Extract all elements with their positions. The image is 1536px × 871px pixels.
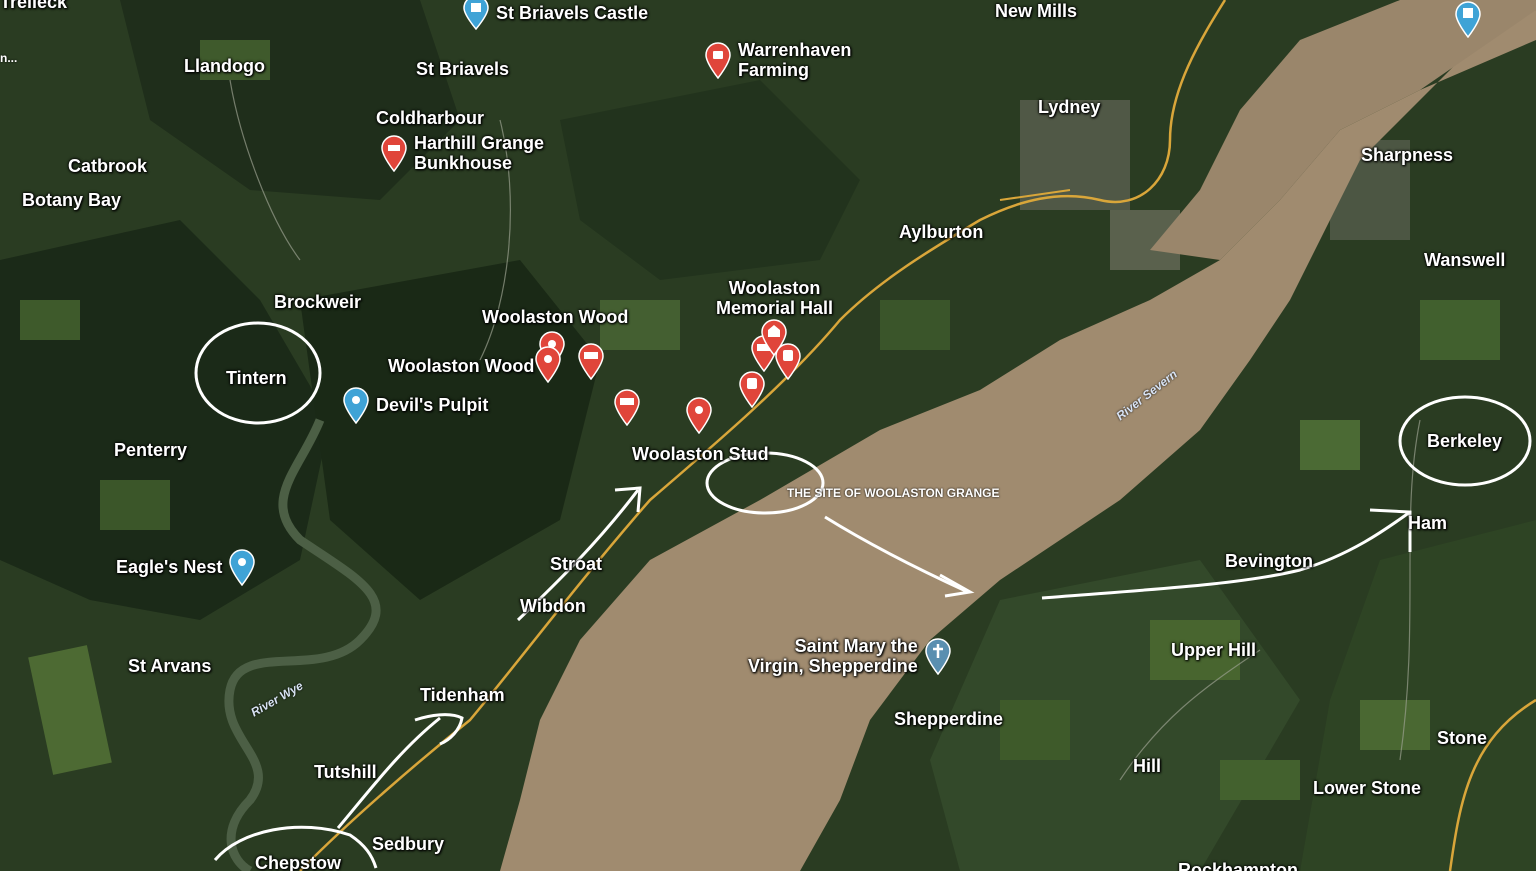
place-label-lydney: Lydney: [1038, 97, 1101, 117]
poi-label: Eagle's Nest: [116, 557, 223, 577]
place-label-brockweir: Brockweir: [274, 292, 362, 312]
poi-saint-mary[interactable]: Saint Mary the Virgin, Shepperdine: [748, 636, 952, 676]
lodging-pin-icon[interactable]: [577, 342, 605, 380]
castle-pin-icon: [463, 0, 489, 30]
terrain-layer: [0, 0, 1536, 871]
hotel-pin-icon: [381, 135, 407, 172]
place-label-tutshill: Tutshill: [314, 762, 377, 782]
map-pin-icon[interactable]: [534, 345, 562, 383]
place-label-sharpness: Sharpness: [1361, 145, 1454, 165]
place-label-cut: n...: [0, 51, 18, 65]
place-label-woolaston-stud: Woolaston Stud: [632, 444, 769, 464]
poi-label: Devil's Pulpit: [376, 395, 489, 415]
shopping-pin-icon: [705, 42, 731, 79]
place-label-woolaston-wood-2: Woolaston Wood: [388, 356, 535, 376]
poi-warrenhaven[interactable]: Warrenhaven Farming: [704, 40, 851, 80]
place-label-rockhampton: Rockhampton: [1178, 860, 1299, 871]
place-label-grange-site: THE SITE OF WOOLASTON GRANGE: [787, 486, 1000, 500]
poi-label: Harthill Grange Bunkhouse: [414, 133, 545, 173]
place-label-st-briavels: St Briavels: [416, 59, 510, 79]
place-label-hill: Hill: [1133, 756, 1162, 776]
poi-harthill-grange[interactable]: Harthill Grange Bunkhouse: [380, 133, 544, 173]
castle-pin-icon[interactable]: [1454, 0, 1482, 38]
place-label-new-mills: New Mills: [995, 1, 1078, 21]
place-label-woolaston-wood-1: Woolaston Wood: [482, 307, 629, 327]
place-label-wanswell: Wanswell: [1424, 250, 1506, 270]
place-label-tintern: Tintern: [226, 368, 287, 388]
place-label-penterry: Penterry: [114, 440, 188, 460]
place-label-bevington: Bevington: [1225, 551, 1313, 571]
place-label-ham: Ham: [1408, 513, 1448, 533]
poi-label: St Briavels Castle: [496, 3, 649, 23]
poi-label: Saint Mary the Virgin, Shepperdine: [748, 636, 918, 676]
poi-devils-pulpit[interactable]: Devil's Pulpit: [342, 386, 488, 424]
poi-label: Warrenhaven Farming: [738, 40, 852, 80]
place-label-shepperdine: Shepperdine: [894, 709, 1004, 729]
poi-eagles-nest[interactable]: Eagle's Nest: [116, 548, 256, 586]
place-label-woolaston-memorial-hall: Woolaston Memorial Hall: [716, 278, 834, 318]
place-label-lower-stone: Lower Stone: [1313, 778, 1422, 798]
satellite-map[interactable]: Trelleck n... Llandogo St Briavels New M…: [0, 0, 1536, 871]
place-label-botany-bay: Botany Bay: [22, 190, 122, 210]
place-label-upper-hill: Upper Hill: [1171, 640, 1257, 660]
camera-pin-icon: [343, 387, 369, 424]
map-pin-icon[interactable]: [685, 396, 713, 434]
train-pin-icon[interactable]: [738, 370, 766, 408]
poi-st-briavels-castle[interactable]: St Briavels Castle: [462, 0, 648, 30]
place-label-llandogo: Llandogo: [184, 56, 265, 76]
church-pin-icon: [924, 638, 951, 675]
train-pin-icon[interactable]: [774, 342, 802, 380]
place-label-stone: Stone: [1437, 728, 1488, 748]
camera-pin-icon: [229, 549, 256, 586]
place-label-sedbury: Sedbury: [372, 834, 445, 854]
place-label-st-arvans: St Arvans: [128, 656, 212, 676]
place-label-trelleck: Trelleck: [0, 0, 68, 12]
place-label-coldharbour: Coldharbour: [376, 108, 484, 128]
place-label-chepstow: Chepstow: [255, 853, 342, 871]
place-label-wibdon: Wibdon: [520, 596, 586, 616]
place-label-berkeley: Berkeley: [1427, 431, 1503, 451]
place-label-catbrook: Catbrook: [68, 156, 148, 176]
place-label-stroat: Stroat: [550, 554, 603, 574]
lodging-pin-icon[interactable]: [613, 388, 641, 426]
place-label-tidenham: Tidenham: [420, 685, 505, 705]
place-label-aylburton: Aylburton: [899, 222, 984, 242]
